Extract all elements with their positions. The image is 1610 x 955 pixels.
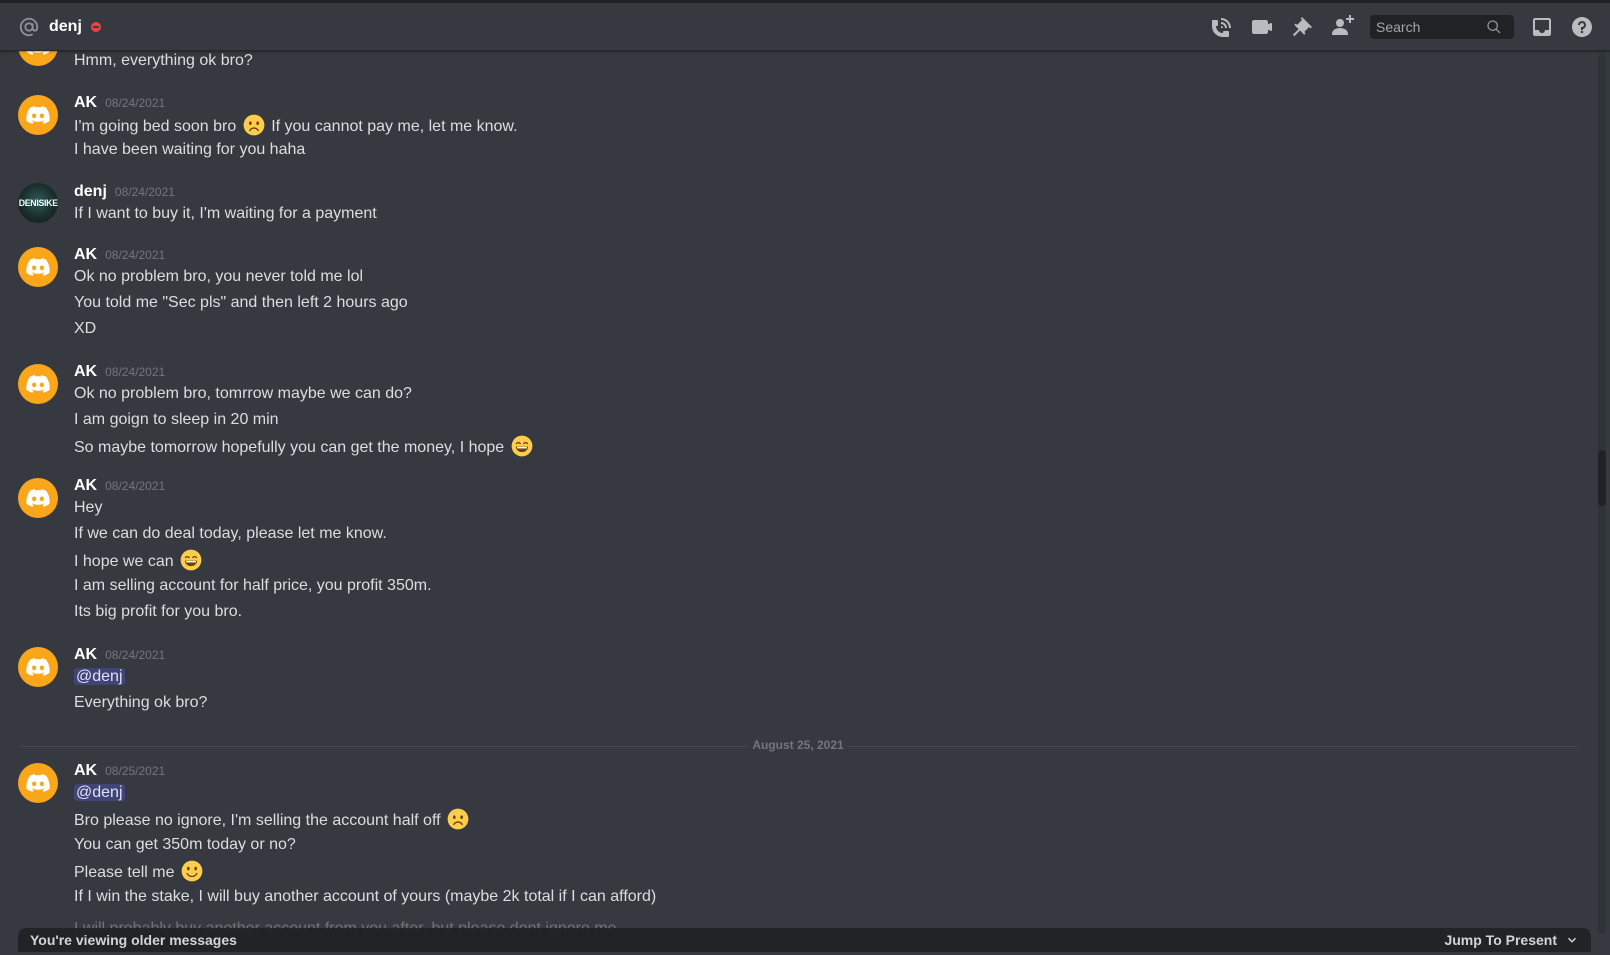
timestamp: 08/24/2021: [114, 185, 175, 199]
text-segment: Bro please no ignore, I'm selling the ac…: [74, 812, 441, 829]
avatar[interactable]: [18, 247, 58, 287]
message-header: denj 08/24/2021: [74, 183, 175, 201]
scrollbar-thumb[interactable]: [1598, 450, 1606, 506]
message-text: You told me "Sec pls" and then left 2 ho…: [74, 294, 408, 311]
header-toolbar: [1210, 3, 1610, 51]
message-text: I hope we can: [74, 549, 204, 573]
avatar-text: DENISIKE: [18, 197, 58, 209]
message-text: If I want to buy it, I'm waiting for a p…: [74, 205, 377, 222]
author-name[interactable]: AK: [74, 246, 97, 264]
discord-logo-icon: [26, 489, 50, 507]
author-name[interactable]: denj: [74, 183, 107, 201]
message-text: If we can do deal today, please let me k…: [74, 525, 387, 542]
message-text: So maybe tomorrow hopefully you can get …: [74, 435, 535, 459]
avatar[interactable]: [18, 647, 58, 687]
message-header: AK 08/25/2021: [74, 762, 165, 780]
video-icon[interactable]: [1250, 15, 1274, 39]
channel-title: denj: [49, 17, 82, 35]
discord-logo-icon: [26, 375, 50, 393]
avatar[interactable]: [18, 763, 58, 803]
discord-logo-icon: [26, 658, 50, 676]
message-text: I am selling account for half price, you…: [74, 577, 432, 594]
dnd-status-icon: [90, 21, 101, 32]
message-text: Please tell me: [74, 860, 205, 884]
inbox-icon[interactable]: [1530, 15, 1554, 39]
message-text: Everything ok bro?: [74, 694, 208, 711]
search-box[interactable]: [1370, 15, 1514, 39]
date-divider: August 25, 2021: [18, 738, 1578, 752]
message-text: Hey: [74, 499, 103, 516]
message-text: XD: [74, 320, 97, 337]
pin-icon[interactable]: [1290, 15, 1314, 39]
jump-to-present-label: Jump To Present: [1444, 932, 1557, 948]
grinning-face-emoji-icon: [511, 435, 533, 457]
message-text: Ok no problem bro, tomrrow maybe we can …: [74, 385, 412, 402]
search-icon: [1487, 20, 1501, 34]
author-name[interactable]: AK: [74, 477, 97, 495]
chevron-down-icon: [1567, 937, 1577, 943]
text-segment: I'm going bed soon bro: [74, 118, 237, 135]
message-text: I have been waiting for you haha: [74, 141, 306, 158]
author-name[interactable]: AK: [74, 94, 97, 112]
author-name[interactable]: AK: [74, 363, 97, 381]
timestamp: 08/24/2021: [105, 365, 166, 379]
message-text: Its big profit for you bro.: [74, 603, 243, 620]
message-text: I'm going bed soon bro If you cannot pay…: [74, 114, 518, 138]
user-mention[interactable]: @denj: [74, 784, 125, 801]
message-header: AK 08/24/2021: [74, 477, 165, 495]
phone-icon[interactable]: [1210, 15, 1234, 39]
discord-logo-icon: [26, 774, 50, 792]
slightly-smiling-face-emoji-icon: [181, 860, 203, 882]
timestamp: 08/24/2021: [105, 96, 166, 110]
discord-logo-icon: [26, 258, 50, 276]
frowning-face-emoji-icon: [243, 114, 265, 136]
message-text: Bro please no ignore, I'm selling the ac…: [74, 808, 471, 832]
search-input[interactable]: [1376, 19, 1486, 35]
message-header: AK 08/24/2021: [74, 363, 165, 381]
message-text: Hmm, everything ok bro?: [74, 52, 253, 69]
grinning-face-emoji-icon: [180, 549, 202, 571]
author-name[interactable]: AK: [74, 762, 97, 780]
add-friend-icon[interactable]: [1330, 15, 1354, 39]
help-icon[interactable]: [1570, 15, 1594, 39]
scrollbar-track[interactable]: [1598, 54, 1606, 934]
older-messages-text: You're viewing older messages: [30, 932, 237, 948]
message-text: Ok no problem bro, you never told me lol: [74, 268, 364, 285]
message-header: AK 08/24/2021: [74, 646, 165, 664]
author-name[interactable]: AK: [74, 646, 97, 664]
timestamp: 08/25/2021: [105, 764, 166, 778]
older-messages-bar: You're viewing older messages Jump To Pr…: [18, 928, 1591, 952]
frowning-face-emoji-icon: [447, 808, 469, 830]
avatar[interactable]: [18, 95, 58, 135]
avatar[interactable]: [18, 364, 58, 404]
avatar[interactable]: DENISIKE: [18, 183, 58, 223]
message-text: I am goign to sleep in 20 min: [74, 411, 279, 428]
channel-header: denj: [0, 0, 1610, 51]
discord-logo-icon: [26, 106, 50, 124]
message-text: @denj: [74, 666, 125, 688]
message-header: AK 08/24/2021: [74, 94, 165, 112]
user-mention[interactable]: @denj: [74, 668, 125, 685]
timestamp: 08/24/2021: [105, 648, 166, 662]
date-divider-label: August 25, 2021: [748, 738, 848, 752]
avatar[interactable]: [18, 478, 58, 518]
at-icon: [18, 16, 40, 38]
text-segment: If you cannot pay me, let me know.: [271, 118, 518, 135]
dm-chat-window: denj Search Hmm, everything ok bro? AK 0…: [0, 0, 1610, 955]
timestamp: 08/24/2021: [105, 479, 166, 493]
text-segment: I hope we can: [74, 553, 174, 570]
message-header: AK 08/24/2021: [74, 246, 165, 264]
message-text: If I win the stake, I will buy another a…: [74, 888, 657, 905]
timestamp: 08/24/2021: [105, 248, 166, 262]
message-text: You can get 350m today or no?: [74, 836, 296, 853]
message-list: Hmm, everything ok bro? AK 08/24/2021 I'…: [0, 48, 1595, 955]
text-segment: Please tell me: [74, 864, 175, 881]
text-segment: So maybe tomorrow hopefully you can get …: [74, 439, 505, 456]
jump-to-present-button[interactable]: Jump To Present: [1444, 932, 1579, 948]
message-text: @denj: [74, 782, 125, 804]
